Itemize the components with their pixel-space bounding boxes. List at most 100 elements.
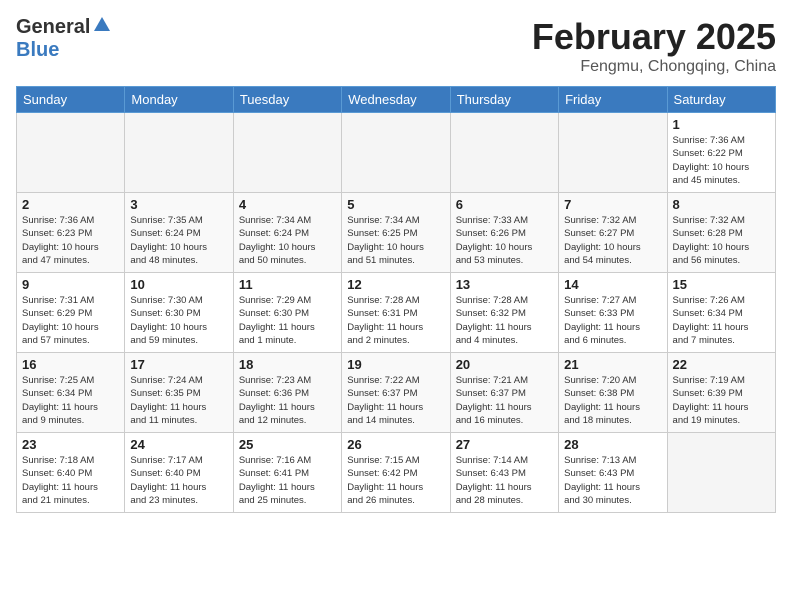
logo-general: General <box>16 16 90 39</box>
calendar-cell <box>667 433 775 513</box>
calendar-week-row: 2 Sunrise: 7:36 AM Sunset: 6:23 PM Daylig… <box>17 193 776 273</box>
calendar-cell: 26 Sunrise: 7:15 AM Sunset: 6:42 PM Dayli… <box>342 433 450 513</box>
calendar-week-row: 16 Sunrise: 7:25 AM Sunset: 6:34 PM Dayli… <box>17 353 776 433</box>
calendar-cell: 19Sunrise: 7:22 AM Sunset: 6:37 PM Dayli… <box>342 353 450 433</box>
day-number: 8 <box>673 197 770 212</box>
header: General Blue February 2025 Fengmu, Chong… <box>16 16 776 76</box>
day-number: 5 <box>347 197 444 212</box>
day-info: Sunrise: 7:25 AM Sunset: 6:34 PM Dayligh… <box>22 374 119 427</box>
calendar-cell: 7Sunrise: 7:32 AM Sunset: 6:27 PM Daylig… <box>559 193 667 273</box>
calendar-cell <box>342 113 450 193</box>
calendar-cell: 17 Sunrise: 7:24 AM Sunset: 6:35 PM Dayli… <box>125 353 233 433</box>
day-number: 16 <box>22 357 119 372</box>
calendar-week-row: 9 Sunrise: 7:31 AM Sunset: 6:29 PM Daylig… <box>17 273 776 353</box>
calendar-cell: 27 Sunrise: 7:14 AM Sunset: 6:43 PM Dayli… <box>450 433 558 513</box>
calendar-cell: 14 Sunrise: 7:27 AM Sunset: 6:33 PM Dayli… <box>559 273 667 353</box>
col-friday: Friday <box>559 87 667 113</box>
day-number: 23 <box>22 437 119 452</box>
calendar-cell <box>125 113 233 193</box>
calendar-cell: 23 Sunrise: 7:18 AM Sunset: 6:40 PM Dayli… <box>17 433 125 513</box>
calendar-cell: 5 Sunrise: 7:34 AM Sunset: 6:25 PM Daylig… <box>342 193 450 273</box>
day-number: 26 <box>347 437 444 452</box>
day-number: 18 <box>239 357 336 372</box>
day-info: Sunrise: 7:18 AM Sunset: 6:40 PM Dayligh… <box>22 454 119 507</box>
col-sunday: Sunday <box>17 87 125 113</box>
day-info: Sunrise: 7:34 AM Sunset: 6:24 PM Dayligh… <box>239 214 336 267</box>
calendar-cell: 13 Sunrise: 7:28 AM Sunset: 6:32 PM Dayli… <box>450 273 558 353</box>
day-info: Sunrise: 7:13 AM Sunset: 6:43 PM Dayligh… <box>564 454 661 507</box>
calendar-cell: 22Sunrise: 7:19 AM Sunset: 6:39 PM Dayli… <box>667 353 775 433</box>
day-info: Sunrise: 7:24 AM Sunset: 6:35 PM Dayligh… <box>130 374 227 427</box>
col-saturday: Saturday <box>667 87 775 113</box>
day-number: 17 <box>130 357 227 372</box>
calendar-cell: 20Sunrise: 7:21 AM Sunset: 6:37 PM Dayli… <box>450 353 558 433</box>
month-year: February 2025 <box>532 16 776 58</box>
day-number: 2 <box>22 197 119 212</box>
col-tuesday: Tuesday <box>233 87 341 113</box>
day-number: 12 <box>347 277 444 292</box>
calendar-cell: 4Sunrise: 7:34 AM Sunset: 6:24 PM Daylig… <box>233 193 341 273</box>
calendar-cell: 1Sunrise: 7:36 AM Sunset: 6:22 PM Daylig… <box>667 113 775 193</box>
day-info: Sunrise: 7:26 AM Sunset: 6:34 PM Dayligh… <box>673 294 770 347</box>
logo-triangle-icon <box>93 15 111 38</box>
calendar-cell: 18 Sunrise: 7:23 AM Sunset: 6:36 PM Dayli… <box>233 353 341 433</box>
day-number: 14 <box>564 277 661 292</box>
calendar-cell: 9 Sunrise: 7:31 AM Sunset: 6:29 PM Daylig… <box>17 273 125 353</box>
day-info: Sunrise: 7:35 AM Sunset: 6:24 PM Dayligh… <box>130 214 227 267</box>
calendar-cell <box>450 113 558 193</box>
col-wednesday: Wednesday <box>342 87 450 113</box>
logo-blue: Blue <box>16 39 59 61</box>
day-info: Sunrise: 7:28 AM Sunset: 6:32 PM Dayligh… <box>456 294 553 347</box>
calendar-week-row: 1Sunrise: 7:36 AM Sunset: 6:22 PM Daylig… <box>17 113 776 193</box>
day-info: Sunrise: 7:19 AM Sunset: 6:39 PM Dayligh… <box>673 374 770 427</box>
calendar-table: Sunday Monday Tuesday Wednesday Thursday… <box>16 86 776 513</box>
day-info: Sunrise: 7:33 AM Sunset: 6:26 PM Dayligh… <box>456 214 553 267</box>
day-info: Sunrise: 7:32 AM Sunset: 6:28 PM Dayligh… <box>673 214 770 267</box>
day-number: 19 <box>347 357 444 372</box>
day-number: 24 <box>130 437 227 452</box>
calendar-cell: 12Sunrise: 7:28 AM Sunset: 6:31 PM Dayli… <box>342 273 450 353</box>
day-number: 21 <box>564 357 661 372</box>
day-info: Sunrise: 7:27 AM Sunset: 6:33 PM Dayligh… <box>564 294 661 347</box>
day-number: 27 <box>456 437 553 452</box>
day-number: 28 <box>564 437 661 452</box>
day-number: 3 <box>130 197 227 212</box>
day-info: Sunrise: 7:16 AM Sunset: 6:41 PM Dayligh… <box>239 454 336 507</box>
calendar-cell: 8 Sunrise: 7:32 AM Sunset: 6:28 PM Daylig… <box>667 193 775 273</box>
calendar-cell: 10 Sunrise: 7:30 AM Sunset: 6:30 PM Dayli… <box>125 273 233 353</box>
calendar-header-row: Sunday Monday Tuesday Wednesday Thursday… <box>17 87 776 113</box>
day-number: 9 <box>22 277 119 292</box>
day-info: Sunrise: 7:36 AM Sunset: 6:23 PM Dayligh… <box>22 214 119 267</box>
col-thursday: Thursday <box>450 87 558 113</box>
day-info: Sunrise: 7:29 AM Sunset: 6:30 PM Dayligh… <box>239 294 336 347</box>
day-info: Sunrise: 7:20 AM Sunset: 6:38 PM Dayligh… <box>564 374 661 427</box>
calendar-week-row: 23 Sunrise: 7:18 AM Sunset: 6:40 PM Dayli… <box>17 433 776 513</box>
day-info: Sunrise: 7:30 AM Sunset: 6:30 PM Dayligh… <box>130 294 227 347</box>
day-number: 25 <box>239 437 336 452</box>
day-number: 10 <box>130 277 227 292</box>
day-number: 11 <box>239 277 336 292</box>
calendar-cell <box>559 113 667 193</box>
day-info: Sunrise: 7:34 AM Sunset: 6:25 PM Dayligh… <box>347 214 444 267</box>
calendar-cell: 6Sunrise: 7:33 AM Sunset: 6:26 PM Daylig… <box>450 193 558 273</box>
day-info: Sunrise: 7:23 AM Sunset: 6:36 PM Dayligh… <box>239 374 336 427</box>
calendar-cell <box>233 113 341 193</box>
day-info: Sunrise: 7:36 AM Sunset: 6:22 PM Dayligh… <box>673 134 770 187</box>
day-info: Sunrise: 7:17 AM Sunset: 6:40 PM Dayligh… <box>130 454 227 507</box>
location: Fengmu, Chongqing, China <box>532 58 776 76</box>
day-info: Sunrise: 7:14 AM Sunset: 6:43 PM Dayligh… <box>456 454 553 507</box>
calendar-cell: 21 Sunrise: 7:20 AM Sunset: 6:38 PM Dayli… <box>559 353 667 433</box>
day-number: 13 <box>456 277 553 292</box>
calendar-page: General Blue February 2025 Fengmu, Chong… <box>0 0 792 529</box>
title-block: February 2025 Fengmu, Chongqing, China <box>532 16 776 76</box>
calendar-cell: 16 Sunrise: 7:25 AM Sunset: 6:34 PM Dayli… <box>17 353 125 433</box>
calendar-cell: 24 Sunrise: 7:17 AM Sunset: 6:40 PM Dayli… <box>125 433 233 513</box>
day-info: Sunrise: 7:21 AM Sunset: 6:37 PM Dayligh… <box>456 374 553 427</box>
calendar-cell <box>17 113 125 193</box>
calendar-cell: 3 Sunrise: 7:35 AM Sunset: 6:24 PM Daylig… <box>125 193 233 273</box>
day-info: Sunrise: 7:32 AM Sunset: 6:27 PM Dayligh… <box>564 214 661 267</box>
calendar-cell: 25 Sunrise: 7:16 AM Sunset: 6:41 PM Dayli… <box>233 433 341 513</box>
logo: General Blue <box>16 16 111 62</box>
day-info: Sunrise: 7:31 AM Sunset: 6:29 PM Dayligh… <box>22 294 119 347</box>
day-info: Sunrise: 7:15 AM Sunset: 6:42 PM Dayligh… <box>347 454 444 507</box>
